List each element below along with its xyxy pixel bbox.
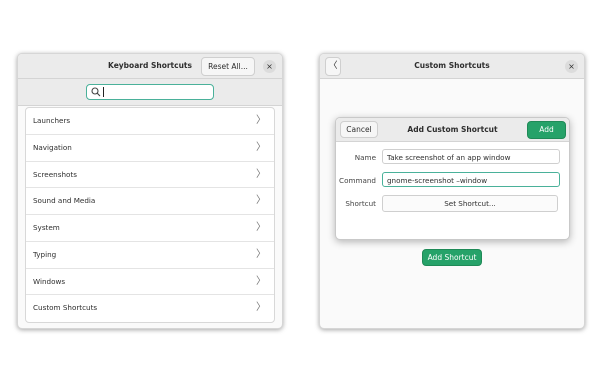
name-label: Name (354, 153, 376, 162)
list-item-label: Typing (33, 249, 57, 259)
shortcut-row: Shortcut Set Shortcut... (336, 195, 569, 212)
list-item[interactable]: Typing 〉 (26, 242, 274, 269)
custom-shortcuts-window: 〈 Custom Shortcuts × Cancel Add Custom S… (319, 53, 585, 329)
search-input[interactable] (86, 84, 214, 100)
list-item[interactable]: Sound and Media 〉 (26, 188, 274, 215)
reset-all-button[interactable]: Reset All... (201, 57, 255, 76)
dialog-header: Cancel Add Custom Shortcut Add (336, 118, 569, 142)
add-custom-shortcut-dialog: Cancel Add Custom Shortcut Add Name Take… (335, 117, 570, 240)
list-item[interactable]: Windows 〉 (26, 269, 274, 296)
shortcut-label: Shortcut (345, 199, 376, 208)
chevron-right-icon: 〉 (256, 195, 266, 207)
text-caret (103, 87, 104, 97)
list-item-label: Launchers (33, 116, 71, 125)
list-item-label: Navigation (33, 142, 72, 152)
keyboard-shortcuts-window: Keyboard Shortcuts Reset All... × Launch… (17, 53, 283, 329)
left-titlebar: Keyboard Shortcuts Reset All... × (18, 54, 282, 79)
chevron-right-icon: 〉 (256, 141, 266, 153)
list-item[interactable]: Launchers 〉 (26, 108, 274, 135)
chevron-right-icon: 〉 (256, 115, 266, 126)
command-field[interactable]: gnome-screenshot –window (382, 172, 560, 187)
chevron-right-icon: 〉 (256, 222, 266, 233)
list-item[interactable]: System 〉 (26, 215, 274, 242)
chevron-right-icon: 〉 (256, 168, 266, 180)
chevron-right-icon: 〉 (256, 275, 266, 287)
search-bar (18, 79, 282, 106)
right-window-title: Custom Shortcuts (414, 61, 490, 70)
add-button[interactable]: Add (527, 121, 566, 139)
set-shortcut-button[interactable]: Set Shortcut... (382, 195, 558, 212)
add-shortcut-button[interactable]: Add Shortcut (422, 249, 482, 266)
close-icon[interactable]: × (565, 60, 578, 73)
list-item[interactable]: Navigation 〉 (26, 135, 274, 162)
list-item-label: Windows (33, 276, 66, 286)
list-item-label: Sound and Media (33, 196, 96, 206)
list-item-label: Screenshots (33, 169, 77, 179)
name-row: Name Take screenshot of an app window (336, 149, 569, 166)
list-item-label: System (33, 223, 60, 232)
shortcut-category-list: Launchers 〉 Navigation 〉 Screenshots 〉 S… (25, 107, 275, 323)
search-icon (91, 87, 101, 97)
right-titlebar: 〈 Custom Shortcuts × (320, 54, 584, 79)
chevron-right-icon: 〉 (256, 248, 266, 260)
close-icon[interactable]: × (263, 60, 276, 73)
list-item-custom-shortcuts[interactable]: Custom Shortcuts 〉 (26, 295, 274, 322)
list-item[interactable]: Screenshots 〉 (26, 162, 274, 189)
command-label: Command (339, 176, 376, 185)
name-field[interactable]: Take screenshot of an app window (382, 149, 560, 164)
list-item-label: Custom Shortcuts (33, 303, 98, 313)
chevron-right-icon: 〉 (256, 302, 266, 314)
command-row: Command gnome-screenshot –window (336, 172, 569, 189)
